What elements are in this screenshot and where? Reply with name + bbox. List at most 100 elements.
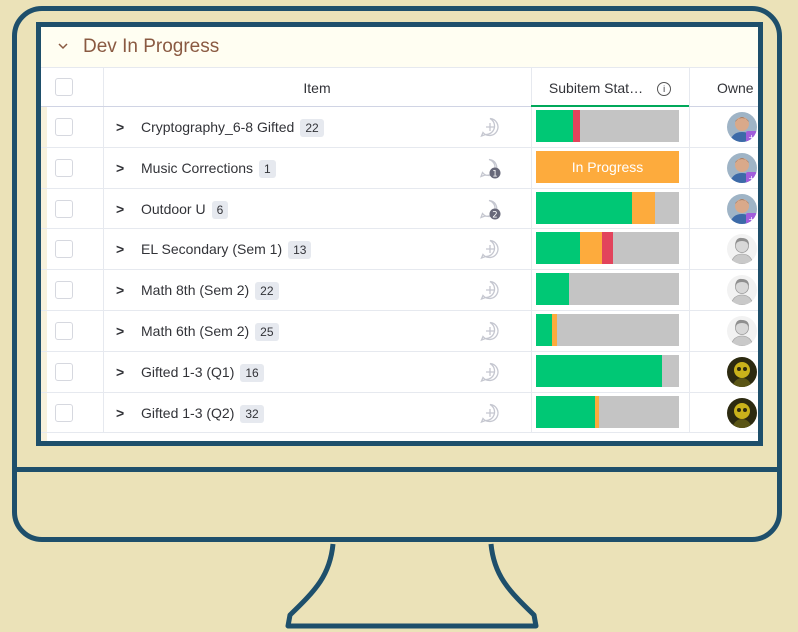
divider: [531, 310, 532, 351]
expand-subitems-icon[interactable]: >: [116, 229, 124, 269]
divider: [103, 147, 104, 188]
expand-subitems-icon[interactable]: >: [116, 107, 124, 147]
owner-avatar[interactable]: [727, 397, 757, 428]
subitem-count-badge[interactable]: 1: [259, 159, 276, 178]
status-segment-empty: [557, 313, 679, 346]
svg-text:+: +: [748, 215, 755, 224]
group-header[interactable]: Dev In Progress: [41, 27, 758, 67]
status-segment-done: [536, 273, 569, 306]
add-update-icon[interactable]: [479, 279, 501, 301]
table-row[interactable]: > Gifted 1-3 (Q1) 16: [41, 351, 758, 393]
updates-count-icon[interactable]: 1: [479, 157, 501, 179]
owner-avatar[interactable]: [727, 356, 757, 387]
table-row[interactable]: > Math 6th (Sem 2) 25: [41, 310, 758, 352]
row-checkbox[interactable]: [55, 118, 73, 136]
divider: [103, 351, 104, 392]
table-row[interactable]: > EL Secondary (Sem 1) 13: [41, 229, 758, 271]
item-name[interactable]: Cryptography_6-8 Gifted 22: [141, 107, 324, 147]
row-checkbox[interactable]: [55, 199, 73, 218]
column-header-subitem-status[interactable]: Subitem Stat… i: [531, 68, 689, 108]
status-segment-empty: [661, 354, 679, 387]
row-checkbox[interactable]: [55, 281, 73, 300]
add-update-icon[interactable]: [479, 361, 501, 383]
item-rows: > Cryptography_6-8 Gifted 22 + > Music Correc…: [41, 107, 758, 434]
owner-avatar[interactable]: [727, 234, 757, 265]
subitem-count-badge[interactable]: 22: [300, 119, 324, 137]
divider: [531, 270, 532, 310]
divider: [103, 68, 104, 106]
expand-subitems-icon[interactable]: >: [116, 270, 124, 310]
add-update-icon[interactable]: [479, 238, 501, 260]
table-row[interactable]: > Gifted 1-3 (Q2) 32: [41, 392, 758, 434]
owner-avatar[interactable]: +: [727, 193, 757, 224]
divider: [103, 392, 104, 433]
add-update-icon[interactable]: [479, 402, 501, 424]
subitem-count-badge[interactable]: 32: [240, 404, 264, 423]
divider: [103, 270, 104, 310]
item-name-label: Music Corrections: [141, 159, 254, 176]
status-battery[interactable]: [536, 395, 679, 428]
expand-subitems-icon[interactable]: >: [116, 148, 124, 188]
subitem-count-badge[interactable]: 13: [288, 241, 312, 260]
updates-count-icon[interactable]: 2: [479, 198, 501, 220]
item-name-label: Gifted 1-3 (Q2): [141, 404, 235, 421]
table-row[interactable]: > Outdoor U 6 2 +: [41, 188, 758, 230]
expand-subitems-icon[interactable]: >: [116, 393, 124, 433]
item-name[interactable]: Math 8th (Sem 2) 22: [141, 270, 279, 310]
status-battery[interactable]: [536, 110, 679, 142]
status-segment-working: [631, 191, 655, 224]
row-checkbox[interactable]: [55, 321, 73, 340]
collapse-chevron-icon[interactable]: [57, 39, 73, 55]
status-label[interactable]: In Progress: [536, 150, 679, 183]
item-name[interactable]: Music Corrections 1: [141, 148, 276, 188]
add-update-icon[interactable]: [479, 116, 501, 138]
item-name[interactable]: Gifted 1-3 (Q2) 32: [141, 393, 264, 433]
expand-subitems-icon[interactable]: >: [116, 189, 124, 229]
expand-subitems-icon[interactable]: >: [116, 311, 124, 351]
row-checkbox[interactable]: [55, 158, 73, 177]
status-segment-empty: [580, 110, 679, 142]
column-header-status-label: Subitem Stat…: [548, 80, 644, 96]
status-battery[interactable]: [536, 191, 679, 224]
divider: [103, 229, 104, 270]
item-name[interactable]: Gifted 1-3 (Q1) 16: [141, 352, 264, 392]
item-name[interactable]: Math 6th (Sem 2) 25: [141, 311, 279, 351]
table-row[interactable]: > Math 8th (Sem 2) 22: [41, 270, 758, 311]
table-row[interactable]: > Cryptography_6-8 Gifted 22 +: [41, 107, 758, 148]
status-segment-empty: [568, 273, 679, 306]
owner-avatar[interactable]: +: [727, 152, 757, 183]
group-title[interactable]: Dev In Progress: [83, 36, 219, 58]
subitem-count-badge[interactable]: 22: [255, 282, 279, 301]
column-header-item[interactable]: Item: [105, 68, 529, 108]
owner-avatar[interactable]: [727, 275, 757, 306]
owner-avatar[interactable]: +: [727, 112, 757, 142]
status-battery[interactable]: [536, 232, 679, 265]
status-segment-empty: [613, 232, 679, 265]
row-checkbox[interactable]: [55, 403, 73, 422]
status-segment-done: [536, 395, 595, 428]
divider: [531, 229, 532, 270]
status-battery[interactable]: [536, 273, 679, 306]
item-name-label: Outdoor U: [141, 200, 206, 217]
owner-avatar[interactable]: [727, 315, 757, 346]
subitem-count-badge[interactable]: 25: [255, 322, 279, 341]
table-row[interactable]: > Music Corrections 1 1 In Progress +: [41, 147, 758, 189]
status-battery[interactable]: [536, 313, 679, 346]
status-battery[interactable]: [536, 354, 679, 387]
add-update-icon[interactable]: [479, 320, 501, 342]
row-checkbox[interactable]: [55, 362, 73, 381]
expand-subitems-icon[interactable]: >: [116, 352, 124, 392]
row-checkbox[interactable]: [55, 240, 73, 259]
subitem-count-badge[interactable]: 6: [211, 200, 229, 219]
status-segment-done: [536, 191, 632, 224]
svg-text:1: 1: [492, 169, 497, 179]
column-header-owner[interactable]: Owne: [693, 68, 758, 108]
divider: [531, 107, 532, 147]
select-all-checkbox[interactable]: [55, 78, 73, 96]
item-name-label: Math 6th (Sem 2): [141, 322, 250, 339]
divider: [689, 107, 690, 147]
item-name[interactable]: Outdoor U 6: [141, 189, 229, 229]
subitem-count-badge[interactable]: 16: [240, 363, 264, 382]
item-name[interactable]: EL Secondary (Sem 1) 13: [141, 229, 312, 269]
info-icon[interactable]: i: [657, 82, 672, 96]
